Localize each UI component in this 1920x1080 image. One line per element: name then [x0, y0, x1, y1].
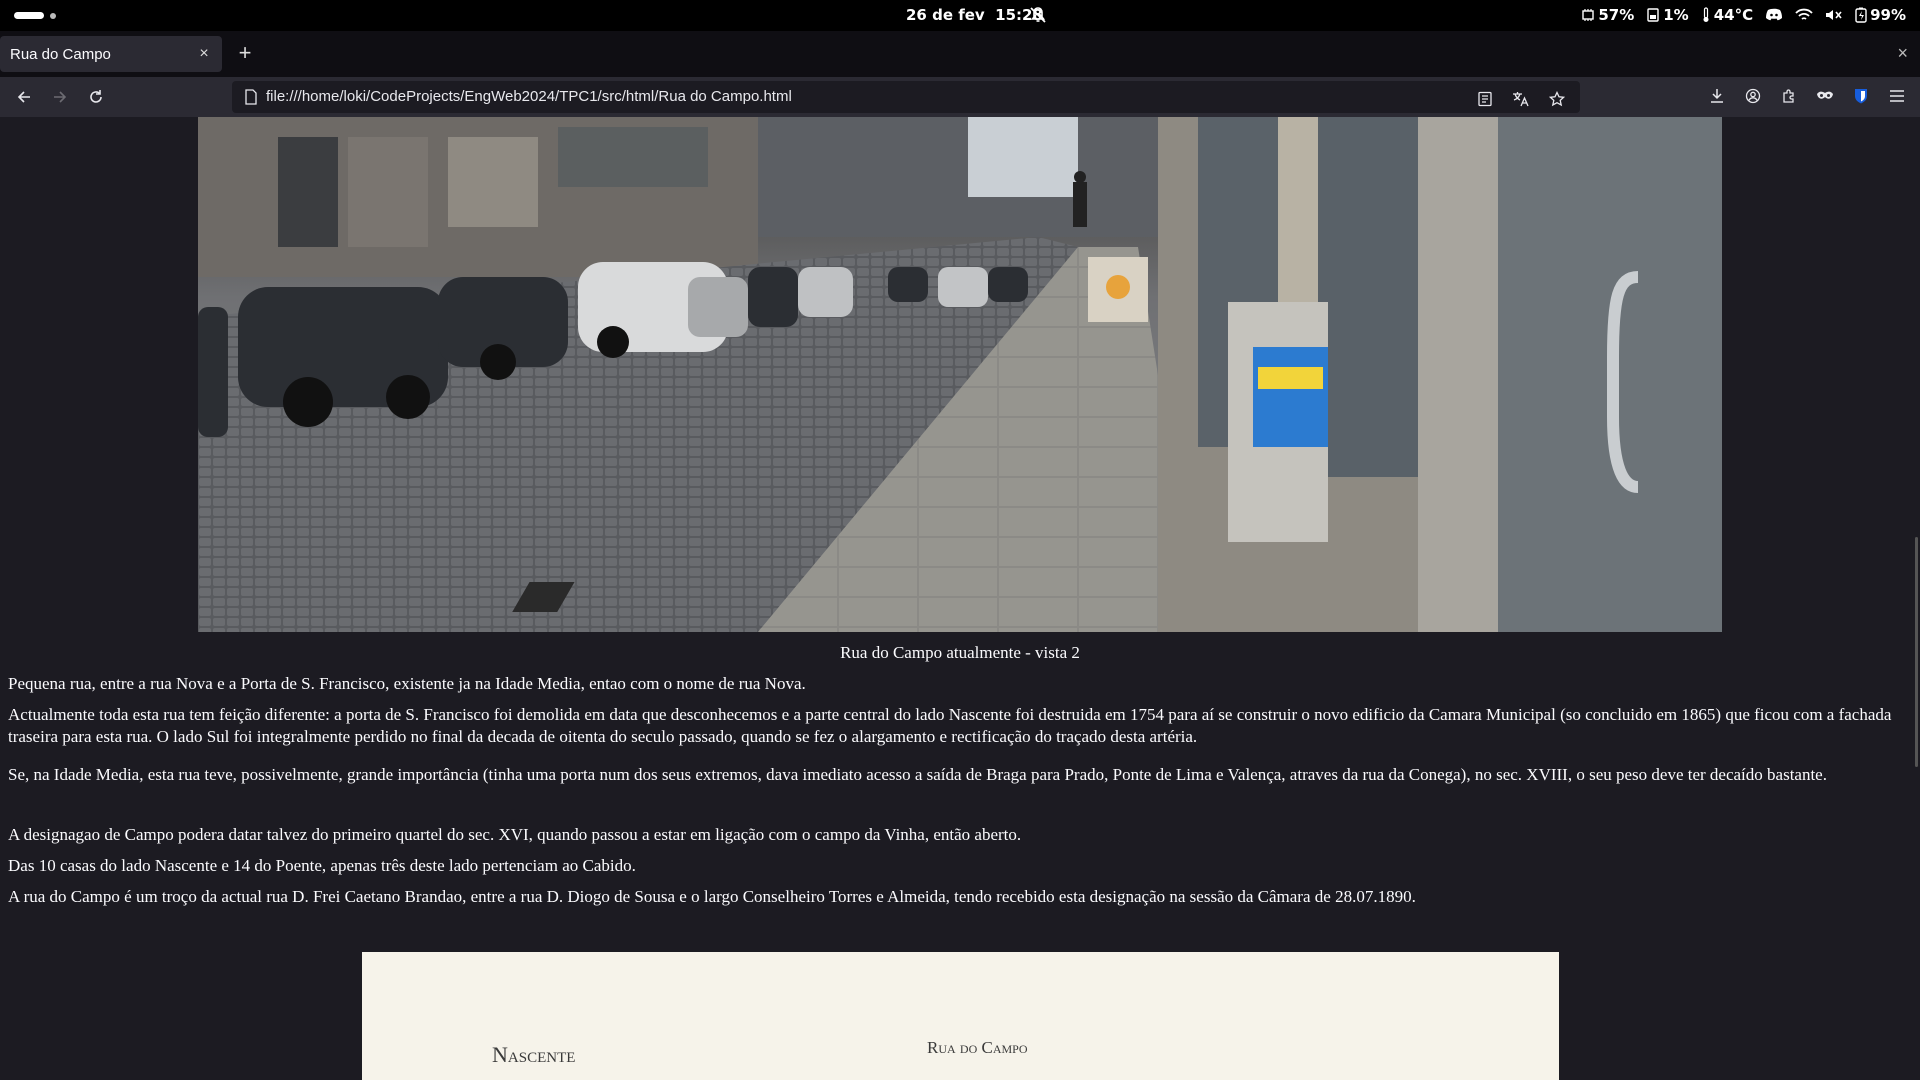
disk-value: 1%	[1663, 6, 1689, 24]
volume-indicator[interactable]	[1825, 8, 1843, 22]
back-button[interactable]	[12, 85, 36, 109]
reader-view-button[interactable]	[1474, 88, 1496, 110]
page-content: Rua do Campo atualmente - vista 2 Pequen…	[0, 117, 1920, 1080]
activities-indicator[interactable]	[14, 12, 44, 19]
battery-indicator[interactable]: 99%	[1855, 6, 1906, 24]
bookmark-button[interactable]	[1546, 88, 1568, 110]
paragraph-2: Actualmente toda esta rua tem feição dif…	[8, 705, 1892, 746]
tab-title: Rua do Campo	[10, 45, 111, 63]
plan-label-nascente: Nascente	[492, 1042, 576, 1067]
thermometer-icon	[1703, 7, 1709, 22]
street-photo	[198, 117, 1722, 632]
app-menu-button[interactable]	[1886, 85, 1908, 107]
bitwarden-button[interactable]	[1850, 85, 1872, 107]
tab-close-icon[interactable]: ×	[194, 44, 214, 64]
volume-muted-icon	[1826, 10, 1842, 20]
browser-tab-strip: Rua do Campo × + ×	[0, 31, 1920, 77]
paragraph-3: Se, na Idade Media, esta rua teve, possi…	[8, 765, 1827, 784]
disk-icon	[1647, 8, 1659, 22]
battery-value: 99%	[1870, 6, 1906, 24]
cpu-value: 57%	[1598, 6, 1635, 24]
download-icon	[1711, 89, 1723, 103]
arrow-right-icon	[54, 91, 67, 103]
puzzle-icon	[1783, 89, 1794, 103]
plan-label-rua-do-campo: Rua do Campo	[927, 1038, 1028, 1057]
paragraph-1: Pequena rua, entre a rua Nova e a Porta …	[8, 674, 806, 693]
hamburger-icon	[1890, 90, 1904, 102]
disk-indicator: 1%	[1646, 6, 1689, 24]
paragraph-5: Das 10 casas do lado Nascente e 14 do Po…	[8, 856, 636, 875]
discord-icon	[1766, 8, 1783, 21]
reader-view-icon	[1478, 91, 1492, 107]
workspace-dot[interactable]	[50, 13, 56, 19]
reload-icon	[90, 90, 102, 103]
page-scrollbar[interactable]	[1915, 537, 1918, 767]
extensions-button[interactable]	[1778, 85, 1800, 107]
page-icon	[245, 89, 257, 105]
tab-rua-do-campo[interactable]: Rua do Campo ×	[0, 36, 222, 72]
notifications-muted-icon[interactable]	[1029, 6, 1047, 24]
wifi-indicator[interactable]	[1795, 8, 1813, 22]
discord-tray[interactable]	[1765, 8, 1783, 22]
historical-plan-image: Nascente Rua do Campo	[362, 952, 1559, 1080]
translate-icon	[1513, 92, 1529, 107]
temperature-indicator: 44°C	[1701, 6, 1753, 24]
translate-button[interactable]	[1510, 88, 1532, 110]
wifi-icon	[1795, 8, 1813, 20]
date-text: 26 de fev	[906, 6, 985, 24]
window-close-icon[interactable]: ×	[1897, 43, 1908, 64]
downloads-button[interactable]	[1706, 85, 1728, 107]
temperature-value: 44°C	[1713, 6, 1754, 24]
browser-navigation-bar: file:///home/loki/CodeProjects/EngWeb202…	[0, 77, 1920, 117]
account-button[interactable]	[1742, 85, 1764, 107]
paragraph-6: A rua do Campo é um troço da actual rua …	[8, 887, 1416, 906]
street-photo-illustration	[198, 117, 1722, 632]
mask-icon	[1817, 91, 1833, 99]
shield-icon	[1855, 89, 1867, 104]
star-icon	[1549, 91, 1565, 107]
address-bar[interactable]: file:///home/loki/CodeProjects/EngWeb202…	[232, 81, 1580, 113]
arrow-left-icon	[17, 91, 30, 103]
new-tab-button[interactable]: +	[234, 42, 256, 65]
private-mask-button[interactable]	[1814, 85, 1836, 107]
battery-charging-icon	[1855, 7, 1867, 23]
reload-button[interactable]	[84, 85, 108, 109]
forward-button[interactable]	[48, 85, 72, 109]
url-text[interactable]: file:///home/loki/CodeProjects/EngWeb202…	[266, 88, 792, 105]
cpu-icon	[1582, 9, 1595, 21]
paragraph-4: A designagao de Campo podera datar talve…	[8, 825, 1022, 844]
account-icon	[1745, 88, 1761, 104]
system-top-bar: 26 de fev 15:28 57% 1% 44°C 99%	[0, 0, 1920, 31]
cpu-indicator: 57%	[1581, 6, 1634, 24]
photo-caption: Rua do Campo atualmente - vista 2	[840, 643, 1080, 662]
system-clock[interactable]: 26 de fev 15:28	[906, 6, 1043, 24]
